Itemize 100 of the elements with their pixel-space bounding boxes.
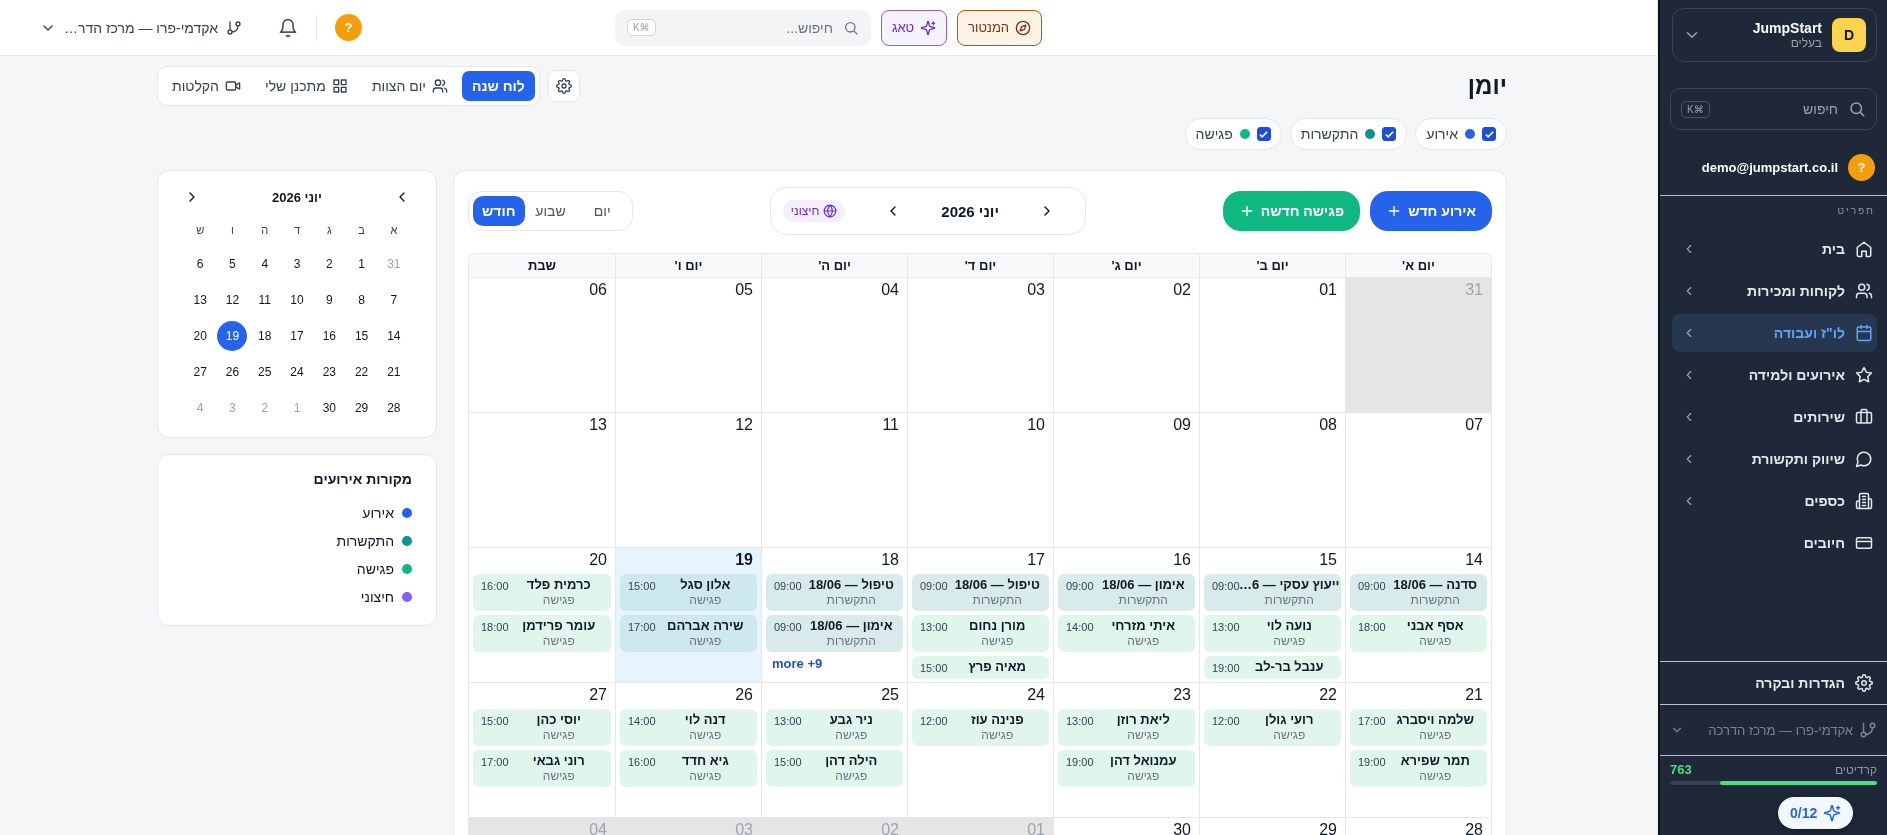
date-cell[interactable]: 12	[217, 285, 248, 315]
source-label: התקשרות	[336, 533, 394, 549]
date-cell[interactable]: 11	[249, 285, 280, 315]
weekday-header: יום ב'	[1199, 254, 1345, 277]
building-icon	[1855, 492, 1873, 510]
ai-button[interactable]: טאג	[880, 9, 948, 46]
date-cell[interactable]: 17	[282, 321, 312, 351]
search-input[interactable]: חיפוש...	[663, 18, 835, 37]
day-cell[interactable]: 01	[1199, 278, 1345, 412]
filter-chip[interactable]: פגישה	[1184, 118, 1282, 150]
mode-tab[interactable]: שבוע	[524, 196, 577, 226]
filter-chip[interactable]: התקשרות	[1289, 118, 1408, 150]
day-cell[interactable]: 10	[907, 413, 1053, 547]
day-cell[interactable]: 03	[907, 278, 1053, 412]
date-cell[interactable]: 2	[314, 249, 345, 279]
date-cell[interactable]: 16	[314, 321, 345, 351]
tasks-badge[interactable]: 0/12	[1778, 797, 1854, 829]
nav-item[interactable]: לו"ז ועבודה	[1672, 314, 1877, 352]
mode-tab[interactable]: חודש	[473, 196, 525, 226]
date-cell[interactable]: 3	[282, 249, 312, 279]
day-number: 05	[734, 280, 754, 300]
external-badge[interactable]: חיצוני	[782, 200, 846, 222]
date-cell[interactable]: 5	[217, 249, 248, 279]
day-number: 24	[1026, 685, 1046, 705]
sources-title: מקורות אירועים	[312, 471, 412, 487]
day-cell[interactable]: 13	[469, 413, 615, 547]
day-cell[interactable]: 29	[1199, 818, 1345, 835]
new-event-button[interactable]: אירוע חדש	[1370, 191, 1492, 231]
day-cell[interactable]: 09	[1053, 413, 1199, 547]
search-input[interactable]: חיפוש	[1717, 100, 1840, 118]
settings-button[interactable]	[547, 70, 580, 102]
more-link[interactable]: 9+ more	[766, 656, 903, 672]
nav-item[interactable]: שירותים	[1672, 398, 1877, 436]
day-number: 11	[881, 415, 900, 435]
date-cell[interactable]: 21	[378, 357, 409, 387]
mentor-button[interactable]: המנטור	[957, 9, 1043, 46]
weekday-label: ש	[196, 223, 205, 238]
day-number: 29	[1318, 820, 1338, 835]
nav-item[interactable]: כספים	[1672, 482, 1877, 520]
day-cell[interactable]: 06	[469, 278, 615, 412]
view-tab[interactable]: יום הצוות	[361, 71, 458, 101]
day-cell[interactable]: 05	[615, 278, 761, 412]
weekday-header: יום ו'	[615, 254, 761, 277]
view-tab[interactable]: מתכנן שלי	[255, 71, 358, 101]
date-cell[interactable]: 24	[282, 357, 312, 387]
branch-icon	[226, 19, 242, 36]
weekday-label: ג	[326, 223, 332, 238]
settings-item[interactable]: הגדרות ובקרה	[1672, 664, 1877, 702]
checkbox[interactable]	[1482, 127, 1496, 141]
day-cell[interactable]: 12	[615, 413, 761, 547]
filter-chip[interactable]: אירוע	[1415, 118, 1507, 150]
workspace-role: בעלים	[1789, 36, 1822, 50]
day-cell[interactable]: 28	[1345, 818, 1491, 835]
day-cell[interactable]: 11	[761, 413, 907, 547]
date-cell[interactable]: 19	[217, 321, 248, 351]
view-tab[interactable]: הקלטות	[162, 71, 251, 101]
date-cell[interactable]: 22	[346, 357, 377, 387]
day-number: 21	[1464, 685, 1484, 705]
branch-selector[interactable]: אקדמי-פרו — מרכז הדר…	[40, 19, 242, 36]
nav-item[interactable]: אירועים ולמידה	[1672, 356, 1877, 394]
date-cell[interactable]: 14	[378, 321, 409, 351]
day-cell[interactable]: 04	[761, 278, 907, 412]
date-cell[interactable]: 25	[249, 357, 280, 387]
date-cell[interactable]: 26	[217, 357, 248, 387]
date-cell[interactable]: 6	[185, 249, 216, 279]
nav-item[interactable]: שיווק ותקשורת	[1672, 440, 1877, 478]
date-cell[interactable]: 30	[314, 393, 345, 423]
checkbox[interactable]	[1256, 127, 1271, 141]
date-cell[interactable]: 1	[346, 249, 377, 279]
date-cell[interactable]: 10	[282, 285, 312, 315]
date-cell[interactable]: 27	[185, 357, 216, 387]
nav-item[interactable]: חיובים	[1672, 524, 1877, 562]
day-number: 03	[734, 820, 754, 835]
date-cell[interactable]: 9	[314, 285, 345, 315]
date-cell[interactable]: 20	[185, 321, 216, 351]
date-cell[interactable]: 23	[314, 357, 345, 387]
date-cell[interactable]: 15	[346, 321, 377, 351]
date-cell[interactable]: 7	[378, 285, 409, 315]
search-icon	[842, 19, 859, 36]
day-cell[interactable]: 07	[1345, 413, 1491, 547]
view-tab[interactable]: לוח שנה	[462, 71, 535, 101]
star-icon	[1855, 366, 1873, 384]
branch-selector[interactable]: אקדמי-פרו — מרכז הדרכה	[1660, 705, 1887, 755]
nav-item[interactable]: בית	[1672, 230, 1877, 268]
date-cell[interactable]: 8	[346, 285, 377, 315]
date-cell[interactable]: 28	[378, 393, 409, 423]
sparkle-icon	[920, 19, 937, 36]
checkbox[interactable]	[1382, 127, 1397, 141]
day-cell[interactable]: 02	[1053, 278, 1199, 412]
date-cell[interactable]: 4	[249, 249, 280, 279]
bell-icon[interactable]	[278, 17, 298, 38]
date-cell[interactable]: 18	[249, 321, 280, 351]
page-title: יומן	[1467, 72, 1507, 100]
nav-item[interactable]: לקוחות ומכירות	[1672, 272, 1877, 310]
date-cell[interactable]: 29	[346, 393, 377, 423]
day-number: 26	[734, 685, 754, 705]
date-cell[interactable]: 13	[185, 285, 216, 315]
day-cell[interactable]: 08	[1199, 413, 1345, 547]
mode-tab[interactable]: יום	[576, 196, 628, 226]
day-number: 20	[588, 550, 608, 570]
